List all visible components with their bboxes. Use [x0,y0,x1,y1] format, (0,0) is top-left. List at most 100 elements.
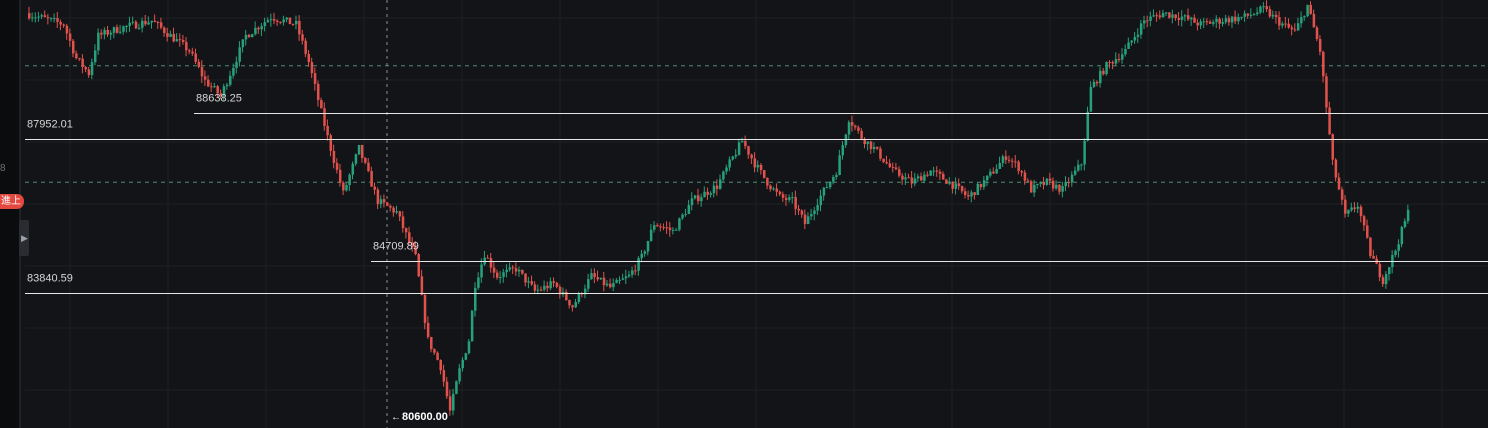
candle-body [1111,62,1115,64]
candle [351,161,355,180]
candle [863,137,866,149]
candle-body [298,20,301,35]
candle [1359,204,1363,223]
candle-body [203,76,207,80]
candle-body [599,277,603,280]
candle-body [1300,17,1303,24]
candle-body [1064,181,1068,187]
candle-body [671,229,675,231]
candle [452,389,455,416]
candle [935,166,939,177]
candle [1007,155,1011,164]
candle-body [788,197,791,200]
candle [709,191,713,198]
candle-body [1070,174,1074,183]
price-level[interactable]: 88638.25 [194,93,1488,114]
candle [191,47,194,56]
candle [904,172,907,186]
candle [144,14,147,26]
candle-body [307,53,311,63]
candle-body [1048,178,1052,181]
candle-body [747,146,750,155]
candle-body [1331,134,1334,160]
candle-body [963,191,967,195]
candle [869,140,873,154]
candle [901,172,904,185]
candle [489,252,493,273]
candle-body [803,214,807,225]
candle [244,29,248,46]
candle [995,164,998,174]
candle-body [100,32,103,35]
candle [860,128,863,141]
candle-body [876,146,879,149]
candle-body [825,187,829,189]
candle-body [445,381,449,397]
candle [539,286,543,292]
candle [1121,48,1124,64]
candle [1328,101,1331,136]
candle-body [181,40,185,42]
candle [159,17,163,30]
candle-body [163,27,166,33]
candle-body [1092,81,1096,87]
candle [552,277,556,288]
candle [483,250,486,266]
candle [254,21,257,36]
price-level[interactable]: 84709.89 [371,241,1488,262]
candle [1366,219,1369,239]
candle [1171,9,1174,24]
candle-body [800,210,804,215]
candle-body [90,62,94,76]
candle [945,178,948,185]
candle [320,97,323,109]
candle [1174,14,1177,21]
candle-body [1180,16,1184,20]
candle [1259,5,1262,15]
candle [1051,177,1055,192]
candlestick-chart[interactable]: 88638.25 87952.01 84709.89 83840.59 ← 80600.… [0,0,1488,428]
candle [750,153,753,164]
candle [624,269,628,285]
candle [480,258,483,283]
candle [822,187,826,201]
candle-body [700,197,703,202]
candle-body [649,229,653,242]
candle [307,50,311,67]
candle [291,23,295,26]
candle [602,271,606,292]
candle-body [141,20,144,28]
candle [34,12,37,23]
candle-body [995,168,998,174]
candle-body [1029,181,1033,193]
candle [31,12,34,22]
candle [59,19,62,31]
candle [593,268,596,284]
candle-body [1061,186,1064,192]
candle [527,276,530,289]
candle [181,34,185,45]
candle-body [112,27,116,33]
candle [561,287,565,298]
candle-body [734,154,738,157]
candle [1001,154,1005,168]
candle [565,289,568,301]
candle-body [1262,6,1265,8]
candle [1403,218,1407,229]
candle [866,141,870,151]
candle-body [797,208,801,211]
candle-body [1362,216,1366,226]
candle-body [276,20,279,22]
candle-body [420,276,424,296]
candle-body [624,276,628,279]
candle [932,166,936,177]
candle [386,201,389,207]
candle-body [1400,227,1404,245]
candle-body [740,141,744,143]
level-label: 83840.59 [27,273,73,285]
candle-body [56,18,59,22]
candle-body [93,50,97,63]
candle [989,168,992,178]
candle-body [1158,15,1162,18]
candle-body [87,69,91,76]
